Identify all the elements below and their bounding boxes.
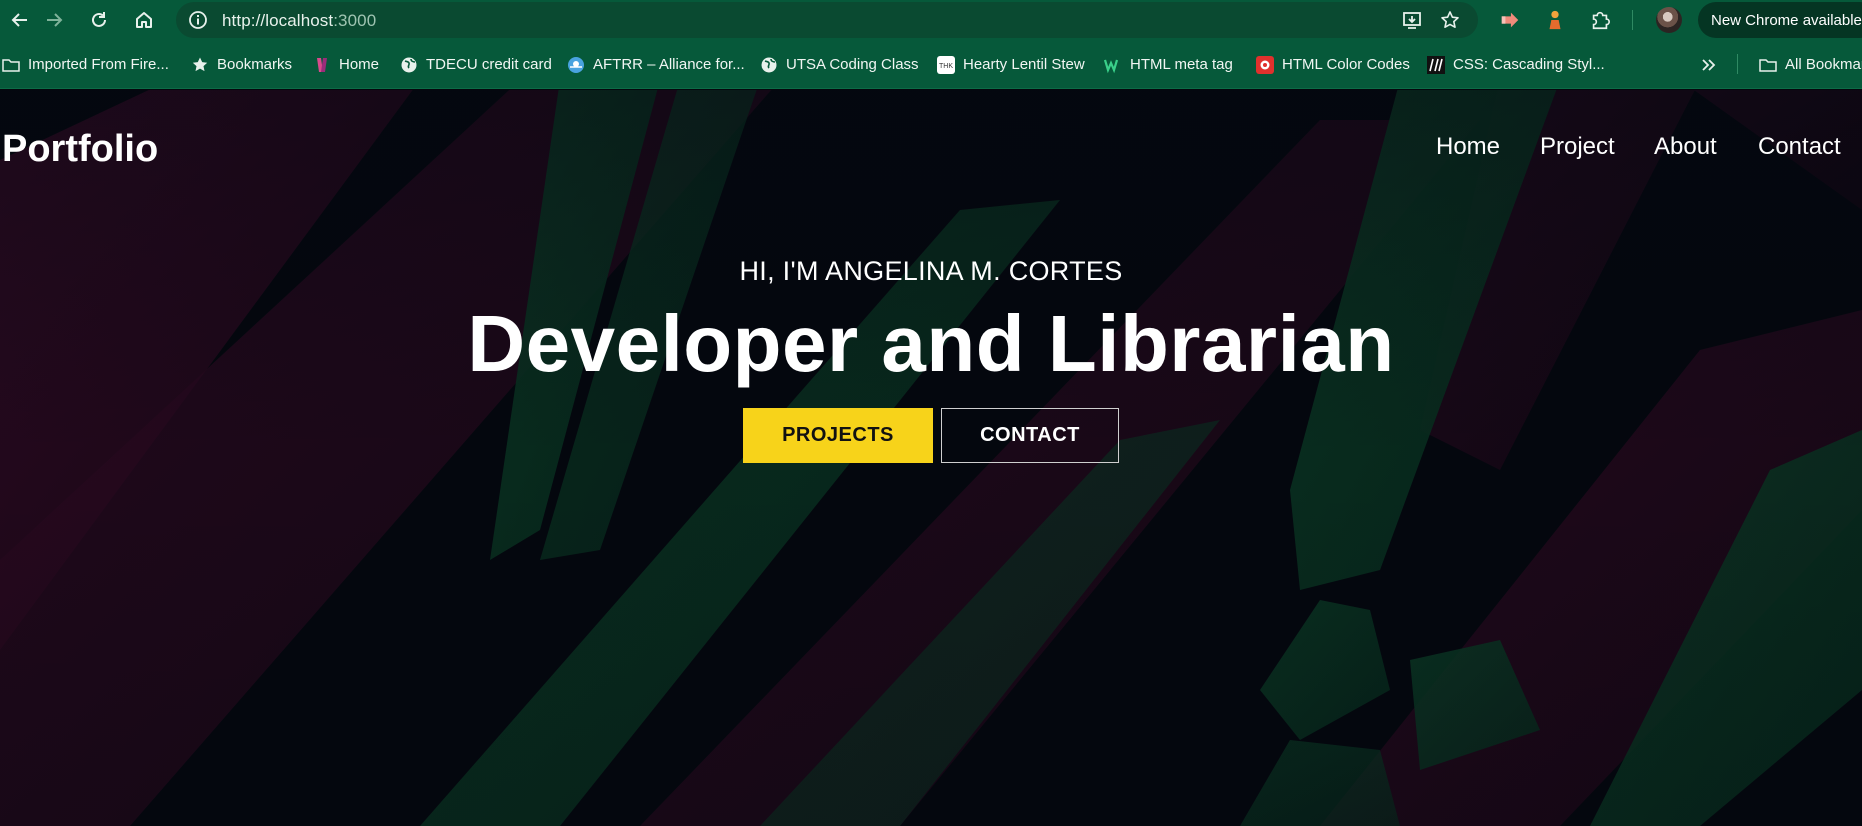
bookmark-item[interactable]: HTML meta tag: [1104, 40, 1233, 89]
bookmark-label: CSS: Cascading Styl...: [1453, 56, 1605, 73]
bookmark-label: Hearty Lentil Stew: [963, 56, 1085, 73]
more-bookmarks-button[interactable]: [1700, 40, 1718, 89]
bookmark-label: HTML Color Codes: [1282, 56, 1410, 73]
extension-figure-icon: [1549, 10, 1561, 30]
url-text[interactable]: http://localhost:3000: [222, 11, 376, 31]
home-button[interactable]: [124, 0, 164, 40]
bookmark-item[interactable]: CSS: Cascading Styl...: [1427, 40, 1605, 89]
bookmark-label: AFTRR – Alliance for...: [593, 56, 745, 73]
bookmark-label: UTSA Coding Class: [786, 56, 919, 73]
globe-icon: [400, 56, 418, 74]
star-icon[interactable]: [1440, 10, 1460, 30]
bookmark-label: Bookmarks: [217, 56, 293, 73]
svg-text:THK: THK: [939, 63, 953, 70]
bookmark-item[interactable]: THK Hearty Lentil Stew: [937, 40, 1085, 89]
url-host: http://localhost: [222, 11, 334, 30]
arrow-left-icon: [11, 13, 27, 27]
nav-link-about[interactable]: About: [1654, 133, 1717, 161]
folder-icon: [2, 56, 20, 74]
browser-toolbar: http://localhost:3000 New Chrome availab…: [0, 0, 1862, 40]
site-favicon: [1256, 55, 1274, 74]
site-favicon: [567, 56, 585, 74]
site-nav: Home Project About Contact: [0, 133, 1862, 163]
extension-icon[interactable]: [1498, 8, 1522, 32]
contact-button[interactable]: CONTACT: [941, 408, 1119, 463]
puzzle-icon: [1592, 11, 1610, 30]
bookmark-item[interactable]: Bookmarks: [191, 40, 292, 89]
hero-subtitle: HI, I'M ANGELINA M. CORTES: [739, 256, 1123, 286]
info-icon[interactable]: [188, 10, 208, 30]
toolbar-divider: [1632, 10, 1633, 30]
nav-link-project[interactable]: Project: [1540, 133, 1615, 161]
projects-button[interactable]: PROJECTS: [743, 408, 933, 463]
url-port: :3000: [333, 11, 377, 30]
address-bar[interactable]: http://localhost:3000: [176, 2, 1478, 38]
bookmark-item[interactable]: UTSA Coding Class: [760, 40, 919, 89]
extensions-button[interactable]: [1588, 8, 1612, 32]
double-chevron-right-icon: [1700, 56, 1718, 74]
bookmark-item[interactable]: Imported From Fire...: [2, 40, 169, 89]
folder-icon: [1759, 56, 1777, 74]
site-favicon: THK: [937, 55, 955, 74]
site-favicon: [1427, 55, 1445, 74]
bookmark-label: All Bookmarks: [1785, 56, 1862, 73]
profile-avatar[interactable]: [1656, 7, 1682, 33]
bookmark-item[interactable]: AFTRR – Alliance for...: [567, 40, 745, 89]
globe-icon: [760, 56, 778, 74]
home-icon: [136, 12, 152, 28]
bookmarks-divider: [1737, 54, 1738, 74]
nav-link-home[interactable]: Home: [1436, 133, 1500, 161]
bookmarks-bar: Imported From Fire... Bookmarks Home TDE…: [0, 40, 1862, 89]
update-chrome-button[interactable]: New Chrome available: [1698, 2, 1862, 38]
extension-arrow-icon: [1501, 12, 1519, 28]
portfolio-page: Portfolio Home Project About Contact HI,…: [0, 90, 1862, 826]
star-icon: [191, 56, 209, 74]
forward-button[interactable]: [34, 0, 74, 40]
extension-icon[interactable]: [1543, 8, 1567, 32]
bookmark-item[interactable]: Home: [313, 40, 379, 89]
bookmark-label: Home: [339, 56, 380, 73]
all-bookmarks-button[interactable]: All Bookmarks: [1759, 40, 1862, 89]
bookmark-label: HTML meta tag: [1130, 56, 1233, 73]
reload-icon: [92, 12, 106, 27]
bookmark-item[interactable]: TDECU credit card: [400, 40, 552, 89]
bookmark-item[interactable]: HTML Color Codes: [1256, 40, 1410, 89]
arrow-right-icon: [47, 13, 63, 27]
hero-title: Developer and Librarian: [467, 299, 1395, 388]
bookmark-label: Imported From Fire...: [28, 56, 169, 73]
install-app-icon[interactable]: [1402, 10, 1422, 30]
site-favicon: [313, 56, 331, 74]
nav-link-contact[interactable]: Contact: [1758, 133, 1841, 161]
reload-button[interactable]: [79, 0, 119, 40]
site-favicon: [1104, 56, 1122, 74]
bookmark-label: TDECU credit card: [426, 56, 552, 73]
